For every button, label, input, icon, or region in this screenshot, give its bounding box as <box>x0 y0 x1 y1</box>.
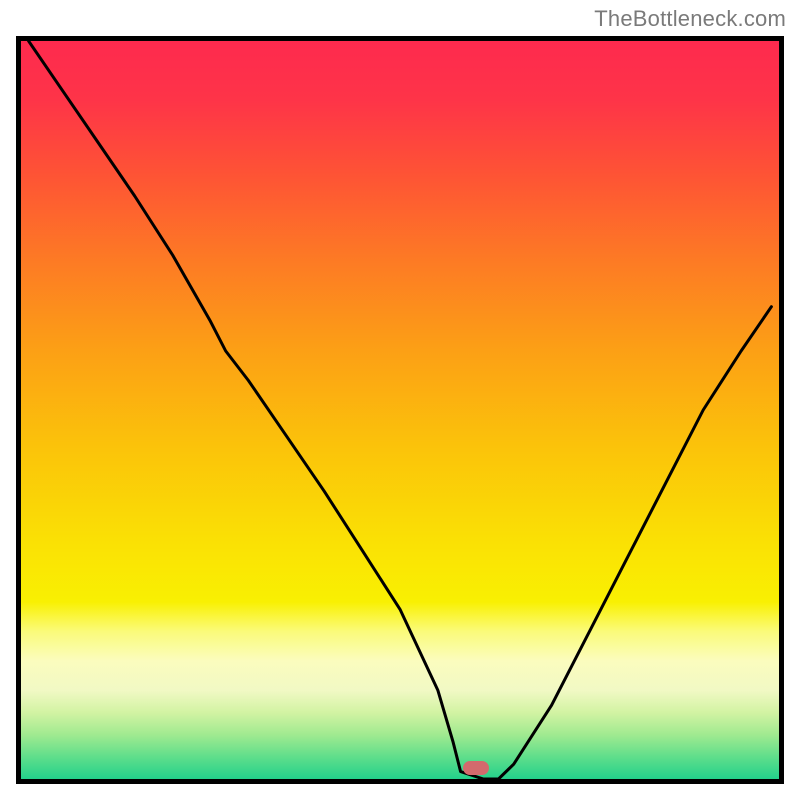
chart-axes-border <box>16 36 784 784</box>
watermark-text: TheBottleneck.com <box>594 6 786 32</box>
